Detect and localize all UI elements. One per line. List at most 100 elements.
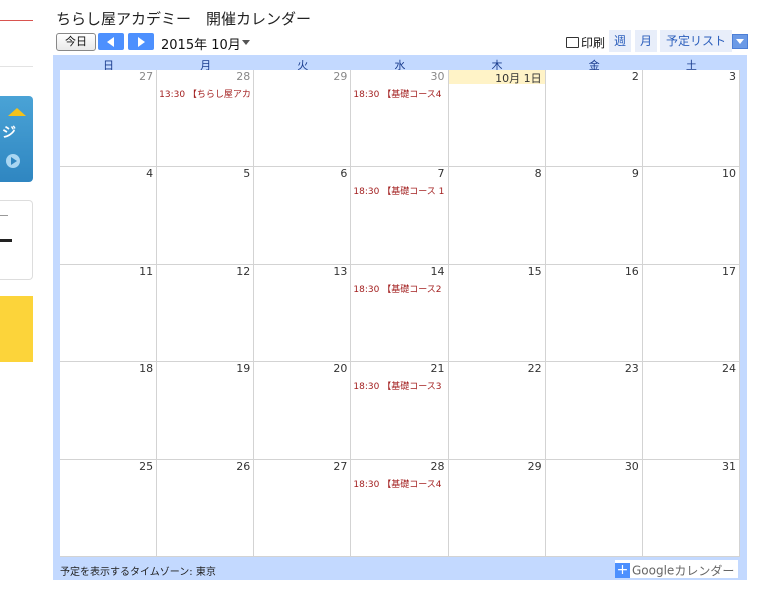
day-number[interactable]: 6 (340, 167, 347, 180)
day-number[interactable]: 22 (528, 362, 542, 375)
printer-icon (566, 37, 579, 48)
day-header (351, 167, 447, 181)
day-cell[interactable]: 14 18:30 【基礎コース2 (351, 264, 449, 363)
day-number[interactable]: 28 (236, 70, 250, 83)
day-cell[interactable]: 25 (60, 459, 158, 557)
day-cell[interactable]: 28 13:30 【ちらし屋アカ (157, 70, 255, 168)
day-number[interactable]: 12 (236, 265, 250, 278)
day-cell[interactable]: 27 (60, 70, 158, 168)
tab-week[interactable]: 週 (609, 30, 631, 52)
day-cell[interactable]: 5 (157, 167, 255, 265)
sidebar-blue-banner[interactable]: ジ (0, 96, 33, 182)
day-cell[interactable]: 4 (60, 167, 158, 265)
tab-agenda[interactable]: 予定リスト (660, 30, 732, 52)
calendar-event[interactable]: 18:30 【基礎コース3 (353, 379, 445, 392)
calendar-event[interactable]: 13:30 【ちらし屋アカ (159, 87, 251, 100)
sidebar-yellow-banner[interactable] (0, 296, 33, 362)
day-cell[interactable]: 16 (545, 264, 643, 363)
print-button[interactable]: 印刷 (566, 34, 605, 51)
day-cell[interactable]: 13 (254, 264, 352, 363)
day-header (546, 167, 642, 181)
day-cell[interactable]: 2 (545, 70, 643, 168)
day-cell[interactable]: 24 (642, 362, 740, 460)
day-number[interactable]: 29 (333, 70, 347, 83)
day-number[interactable]: 24 (722, 362, 736, 375)
sidebar-divider-red (0, 20, 33, 21)
day-cell[interactable]: 3 (642, 70, 740, 168)
day-cell[interactable]: 10月 1日 (448, 70, 546, 168)
day-cell[interactable]: 30 18:30 【基礎コース4 (351, 70, 449, 168)
day-cell[interactable]: 9 (545, 167, 643, 265)
chevron-right-icon (138, 37, 145, 47)
day-header (60, 167, 156, 181)
day-number[interactable]: 10 (722, 167, 736, 180)
day-header (254, 167, 350, 181)
day-cell[interactable]: 19 (157, 362, 255, 460)
day-cell[interactable]: 20 (254, 362, 352, 460)
day-cell[interactable]: 22 (448, 362, 546, 460)
month-grid: 27 28 13:30 【ちらし屋アカ 29 30 18:30 【基礎コース4 10月 1日… (60, 70, 740, 557)
day-number[interactable]: 30 (431, 70, 445, 83)
calendar-event[interactable]: 18:30 【基礎コース4 (353, 87, 445, 100)
day-number[interactable]: 29 (528, 460, 542, 473)
day-number[interactable]: 13 (333, 265, 347, 278)
calendar-toolbar: 今日 2015年 10月 印刷 週 月 予定リスト (56, 30, 748, 53)
day-number[interactable]: 19 (236, 362, 250, 375)
day-number[interactable]: 3 (729, 70, 736, 83)
day-number[interactable]: 15 (528, 265, 542, 278)
day-cell[interactable]: 17 (642, 264, 740, 363)
day-number[interactable]: 5 (243, 167, 250, 180)
day-number[interactable]: 14 (431, 265, 445, 278)
day-cell[interactable]: 18 (60, 362, 158, 460)
day-cell[interactable]: 10 (642, 167, 740, 265)
day-number[interactable]: 9 (632, 167, 639, 180)
day-number[interactable]: 16 (625, 265, 639, 278)
sidebar-white-box[interactable] (0, 200, 33, 280)
day-number[interactable]: 7 (438, 167, 445, 180)
day-cell[interactable]: 6 (254, 167, 352, 265)
day-cell[interactable]: 31 (642, 459, 740, 557)
day-cell[interactable]: 12 (157, 264, 255, 363)
google-calendar-button[interactable]: + Googleカレンダー (615, 560, 739, 578)
view-dropdown-icon[interactable] (732, 34, 748, 49)
calendar-event[interactable]: 18:30 【基礎コース4 (353, 477, 445, 490)
day-cell[interactable]: 7 18:30 【基礎コース 1 (351, 167, 449, 265)
tab-month[interactable]: 月 (635, 30, 657, 52)
prev-month-button[interactable] (98, 33, 124, 50)
day-cell[interactable]: 21 18:30 【基礎コース3 (351, 362, 449, 460)
current-month-label[interactable]: 2015年 10月 (161, 34, 241, 53)
day-number[interactable]: 27 (333, 460, 347, 473)
day-number[interactable]: 25 (139, 460, 153, 473)
today-button[interactable]: 今日 (56, 33, 96, 51)
day-number[interactable]: 11 (139, 265, 153, 278)
day-number[interactable]: 30 (625, 460, 639, 473)
day-cell[interactable]: 26 (157, 459, 255, 557)
calendar-event[interactable]: 18:30 【基礎コース2 (353, 282, 445, 295)
chevron-down-icon[interactable] (242, 40, 250, 45)
day-cell[interactable]: 15 (448, 264, 546, 363)
day-number[interactable]: 27 (139, 70, 153, 83)
day-number[interactable]: 20 (333, 362, 347, 375)
day-cell[interactable]: 23 (545, 362, 643, 460)
day-number[interactable]: 31 (722, 460, 736, 473)
next-month-button[interactable] (128, 33, 154, 50)
day-number[interactable]: 8 (535, 167, 542, 180)
day-number[interactable]: 21 (431, 362, 445, 375)
day-cell[interactable]: 8 (448, 167, 546, 265)
day-number[interactable]: 18 (139, 362, 153, 375)
day-number[interactable]: 2 (632, 70, 639, 83)
calendar-event[interactable]: 18:30 【基礎コース 1 (353, 184, 445, 197)
day-cell[interactable]: 29 (254, 70, 352, 168)
day-number[interactable]: 28 (431, 460, 445, 473)
day-cell[interactable]: 11 (60, 264, 158, 363)
plus-icon: + (615, 562, 630, 578)
day-cell[interactable]: 28 18:30 【基礎コース4 (351, 459, 449, 557)
day-cell[interactable]: 29 (448, 459, 546, 557)
day-cell[interactable]: 30 (545, 459, 643, 557)
day-number[interactable]: 26 (236, 460, 250, 473)
day-number[interactable]: 23 (625, 362, 639, 375)
day-cell[interactable]: 27 (254, 459, 352, 557)
day-number[interactable]: 4 (146, 167, 153, 180)
day-number[interactable]: 17 (722, 265, 736, 278)
day-number[interactable]: 10月 1日 (495, 70, 542, 86)
